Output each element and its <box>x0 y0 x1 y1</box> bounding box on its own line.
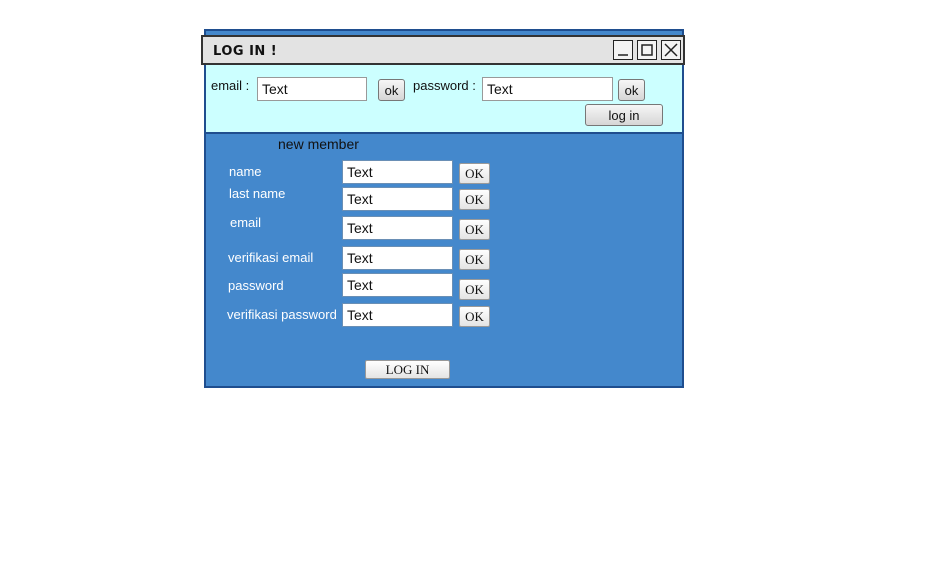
email-input[interactable] <box>257 77 367 101</box>
last-name-label: last name <box>229 186 286 201</box>
title-bar: LOG IN ! <box>201 35 685 65</box>
maximize-button[interactable] <box>637 40 657 60</box>
email-label-new: email <box>230 215 262 230</box>
verify-email-input[interactable] <box>342 246 453 270</box>
email-ok-button-new[interactable]: OK <box>459 219 490 240</box>
name-ok-button[interactable]: OK <box>459 163 490 184</box>
password-ok-button[interactable]: ok <box>618 79 645 101</box>
email-ok-button[interactable]: ok <box>378 79 405 101</box>
submit-log-in-button[interactable]: LOG IN <box>365 360 450 379</box>
password-input[interactable] <box>482 77 613 101</box>
verify-email-ok-button[interactable]: OK <box>459 249 490 270</box>
last-name-ok-button[interactable]: OK <box>459 189 490 210</box>
close-button[interactable] <box>661 40 681 60</box>
window-title: LOG IN ! <box>213 44 278 59</box>
verify-password-ok-button[interactable]: OK <box>459 306 490 327</box>
close-icon <box>664 43 678 57</box>
verify-password-input[interactable] <box>342 303 453 327</box>
minimize-icon <box>618 54 628 56</box>
name-label: name <box>229 164 262 179</box>
verify-email-label: verifikasi email <box>228 250 314 265</box>
password-label: password : <box>413 78 476 93</box>
new-email-input[interactable] <box>342 216 453 240</box>
new-password-input[interactable] <box>342 273 453 297</box>
last-name-input[interactable] <box>342 187 453 211</box>
password-label-new: password <box>228 278 284 293</box>
minimize-button[interactable] <box>613 40 633 60</box>
log-in-button[interactable]: log in <box>585 104 663 126</box>
name-input[interactable] <box>342 160 453 184</box>
login-bar: email : ok password : ok log in <box>204 65 684 134</box>
new-member-heading: new member <box>278 136 359 152</box>
email-label: email : <box>211 78 250 93</box>
maximize-icon <box>641 44 653 56</box>
verify-password-label: verifikasi password <box>227 307 337 322</box>
password-ok-button-new[interactable]: OK <box>459 279 490 300</box>
